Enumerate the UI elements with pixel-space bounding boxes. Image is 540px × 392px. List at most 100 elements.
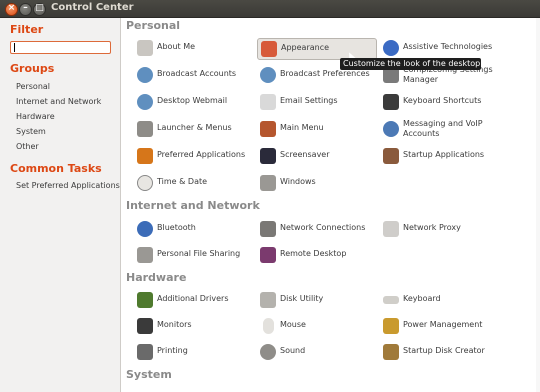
- filter-heading: Filter: [10, 23, 44, 36]
- item-monitors[interactable]: Monitors: [137, 316, 247, 336]
- minimize-icon: –: [23, 3, 28, 13]
- item-label: Personal File Sharing: [157, 249, 241, 258]
- section-system: System: [126, 368, 172, 381]
- task-set-preferred-applications[interactable]: Set Preferred Applications: [16, 181, 120, 190]
- item-label: About Me: [157, 42, 196, 51]
- section-personal: Personal: [126, 19, 181, 32]
- network-proxy-icon: [383, 221, 399, 237]
- startup-apps-icon: [383, 148, 399, 164]
- keyboard-shortcuts-icon: [383, 94, 399, 110]
- preferred-apps-icon: [137, 148, 153, 164]
- item-label: Windows: [280, 177, 316, 186]
- item-label: Printing: [157, 346, 188, 355]
- item-label: Broadcast Accounts: [157, 69, 237, 78]
- item-label: Sound: [280, 346, 306, 355]
- item-startup-applications[interactable]: Startup Applications: [383, 146, 523, 166]
- item-label: Network Connections: [280, 223, 366, 232]
- email-icon: [260, 94, 276, 110]
- item-keyboard-shortcuts[interactable]: Keyboard Shortcuts: [383, 92, 523, 112]
- title-bar[interactable]: × – □ Control Center: [0, 0, 540, 18]
- item-time-date[interactable]: Time & Date: [137, 173, 247, 193]
- item-launcher-menus[interactable]: Launcher & Menus: [137, 119, 247, 139]
- close-button[interactable]: ×: [5, 3, 18, 16]
- broadcast-prefs-icon: [260, 67, 276, 83]
- windows-icon: [260, 175, 276, 191]
- filter-input[interactable]: [10, 41, 111, 54]
- sound-icon: [260, 344, 276, 360]
- item-label: Appearance: [281, 43, 330, 52]
- printer-icon: [137, 344, 153, 360]
- startup-disk-icon: [383, 344, 399, 360]
- item-keyboard[interactable]: Keyboard: [383, 290, 523, 310]
- item-preferred-applications[interactable]: Preferred Applications: [137, 146, 257, 166]
- item-appearance[interactable]: Appearance: [257, 38, 377, 60]
- drivers-icon: [137, 292, 153, 308]
- launcher-icon: [137, 121, 153, 137]
- item-screensaver[interactable]: Screensaver: [260, 146, 378, 166]
- item-label: Additional Drivers: [157, 294, 229, 303]
- close-icon: ×: [7, 3, 16, 13]
- minimize-button[interactable]: –: [19, 3, 32, 16]
- keyboard-icon: [383, 296, 399, 304]
- group-internet-network[interactable]: Internet and Network: [16, 97, 101, 106]
- item-sound[interactable]: Sound: [260, 342, 378, 362]
- group-hardware[interactable]: Hardware: [16, 112, 55, 121]
- item-bluetooth[interactable]: Bluetooth: [137, 219, 247, 239]
- item-messaging-voip[interactable]: Messaging and VoIP Accounts: [383, 119, 523, 139]
- maximize-button[interactable]: □: [33, 3, 46, 16]
- item-label: Messaging and VoIP Accounts: [403, 119, 483, 138]
- item-startup-disk-creator[interactable]: Startup Disk Creator: [383, 342, 523, 362]
- power-icon: [383, 318, 399, 334]
- item-label: Power Management: [403, 320, 483, 329]
- item-label: Remote Desktop: [280, 249, 347, 258]
- item-remote-desktop[interactable]: Remote Desktop: [260, 245, 378, 265]
- mouse-icon: [263, 318, 274, 334]
- item-label: Keyboard: [403, 294, 441, 303]
- network-connections-icon: [260, 221, 276, 237]
- item-label: Launcher & Menus: [157, 123, 232, 132]
- item-label: Network Proxy: [403, 223, 461, 232]
- item-mouse[interactable]: Mouse: [260, 316, 378, 336]
- item-power-management[interactable]: Power Management: [383, 316, 523, 336]
- item-disk-utility[interactable]: Disk Utility: [260, 290, 378, 310]
- item-label: Bluetooth: [157, 223, 196, 232]
- groups-heading: Groups: [10, 62, 55, 75]
- scrollbar[interactable]: [536, 18, 540, 392]
- item-additional-drivers[interactable]: Additional Drivers: [137, 290, 247, 310]
- item-label: Assistive Technologies: [403, 42, 493, 51]
- item-printing[interactable]: Printing: [137, 342, 247, 362]
- bluetooth-icon: [137, 221, 153, 237]
- item-network-connections[interactable]: Network Connections: [260, 219, 378, 239]
- accessibility-icon: [383, 40, 399, 56]
- file-sharing-icon: [137, 247, 153, 263]
- item-label: Preferred Applications: [157, 150, 246, 159]
- main-panel: Personal About Me Appearance Assistive T…: [121, 18, 540, 392]
- window-title: Control Center: [51, 2, 134, 13]
- group-other[interactable]: Other: [16, 142, 39, 151]
- item-label: Email Settings: [280, 96, 338, 105]
- item-label: Monitors: [157, 320, 192, 329]
- maximize-icon: □: [35, 3, 44, 13]
- common-tasks-heading: Common Tasks: [10, 162, 102, 175]
- monitor-icon: [137, 318, 153, 334]
- main-menu-icon: [260, 121, 276, 137]
- item-broadcast-accounts[interactable]: Broadcast Accounts: [137, 65, 247, 85]
- item-personal-file-sharing[interactable]: Personal File Sharing: [137, 245, 255, 265]
- item-network-proxy[interactable]: Network Proxy: [383, 219, 523, 239]
- group-personal[interactable]: Personal: [16, 82, 50, 91]
- webmail-icon: [137, 94, 153, 110]
- item-label: Broadcast Preferences: [280, 69, 370, 78]
- item-windows[interactable]: Windows: [260, 173, 378, 193]
- item-assistive-technologies[interactable]: Assistive Technologies: [383, 38, 523, 58]
- item-label: Screensaver: [280, 150, 330, 159]
- group-system[interactable]: System: [16, 127, 46, 136]
- item-desktop-webmail[interactable]: Desktop Webmail: [137, 92, 247, 112]
- section-hardware: Hardware: [126, 271, 187, 284]
- item-main-menu[interactable]: Main Menu: [260, 119, 378, 139]
- item-email-settings[interactable]: Email Settings: [260, 92, 378, 112]
- clock-icon: [137, 175, 153, 191]
- item-about-me[interactable]: About Me: [137, 38, 247, 58]
- item-label: Startup Applications: [403, 150, 485, 159]
- item-label: Mouse: [280, 320, 306, 329]
- item-label: Disk Utility: [280, 294, 324, 303]
